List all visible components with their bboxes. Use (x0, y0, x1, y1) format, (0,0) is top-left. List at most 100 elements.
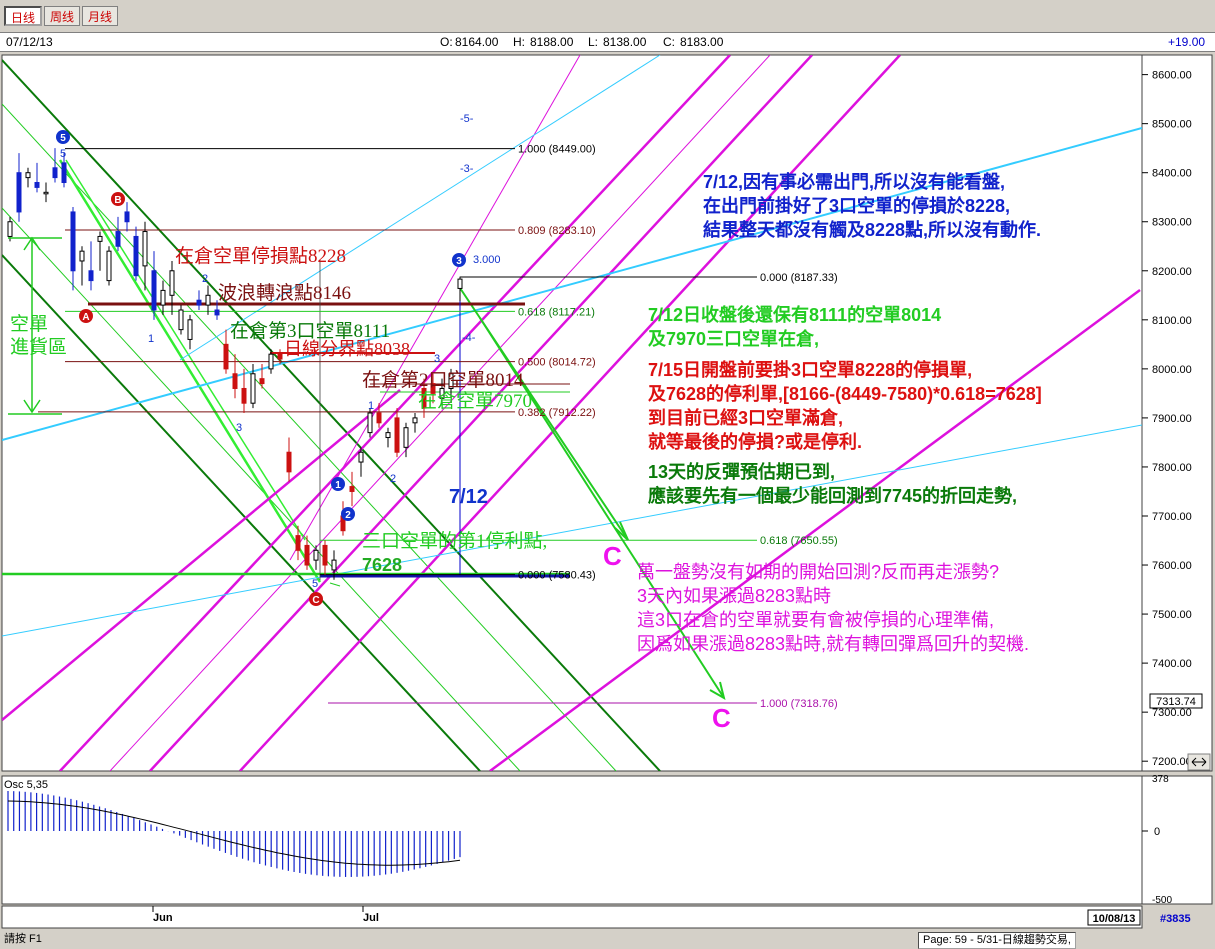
candle-body (43, 191, 49, 195)
candle-body (457, 278, 463, 289)
candle-body (25, 172, 31, 179)
candle-body (61, 162, 67, 184)
candle-body (97, 235, 103, 242)
candle-body (160, 289, 166, 306)
candle-body (394, 417, 400, 453)
zoom-icon[interactable] (1187, 753, 1211, 771)
candle-body (376, 412, 382, 424)
candle-body (322, 544, 328, 566)
candle-body (106, 250, 112, 282)
stop-loss-label: 在倉空單停損點8228 (175, 245, 346, 267)
target-c-2: C (712, 703, 731, 733)
last-price: 7313.74 (1156, 696, 1196, 708)
fib-level-label: 1.000 (8449.00) (518, 144, 596, 156)
status-help: 請按 F1 (4, 933, 42, 945)
open-value: 8164.00 (455, 35, 499, 49)
osc-panel (1, 775, 1143, 905)
y-tick-label: 8000.00 (1152, 364, 1192, 376)
candle-body (178, 309, 184, 331)
y-tick-label: 7800.00 (1152, 462, 1192, 474)
y-tick-label: 7500.00 (1152, 609, 1192, 621)
candle-body (70, 211, 76, 272)
tab-monthly[interactable]: 月线 (82, 6, 118, 26)
note-magenta-line: 這3口在倉的空單就要有會被停損的心理準備, (637, 610, 994, 630)
change-value: +19.00 (1168, 35, 1206, 49)
y-tick-label: 8300.00 (1152, 217, 1192, 229)
fib-level-label: 0.809 (8283.10) (518, 225, 596, 237)
y-tick-label: 8200.00 (1152, 266, 1192, 278)
y-tick-label: 8500.00 (1152, 119, 1192, 131)
close-value: 8183.00 (680, 35, 724, 49)
short-zone-label-2: 進貨區 (10, 336, 67, 358)
wave-3-value: 3.000 (473, 254, 501, 266)
status-bar: 請按 F1 Page: 59 - 5/31-日線趨勢交易, (0, 930, 1215, 949)
candle-body (241, 387, 247, 404)
y-tick-label: 7200.00 (1152, 756, 1192, 768)
osc-label: Osc 5,35 (4, 779, 48, 791)
y-tick-label: 8400.00 (1152, 168, 1192, 180)
candle-body (133, 235, 139, 277)
tab-weekly[interactable]: 周线 (44, 6, 80, 26)
fib-level-label: 0.618 (7650.55) (760, 535, 838, 547)
candle-body (16, 172, 22, 213)
candle-body (268, 353, 274, 370)
wave-4-mid-label: -4- (462, 332, 476, 344)
wave-digit: 3 (434, 353, 440, 365)
quote-date: 07/12/13 (6, 35, 53, 49)
note-magenta-line: 因爲如果漲過8283點時,就有轉回彈爲回升的契機. (637, 634, 1029, 654)
low-value: 8138.00 (603, 35, 647, 49)
candle-body (223, 343, 229, 370)
candle-body (349, 486, 355, 492)
osc-axis-area (1141, 775, 1213, 905)
candle-body (259, 378, 265, 385)
candle-body (385, 432, 391, 439)
note-magenta-line: 萬一盤勢沒有如期的開始回測?反而再走漲勢? (637, 562, 999, 582)
note-blue-line: 在出門前掛好了3口空單的停損於8228, (703, 195, 1010, 216)
osc-tick: 378 (1152, 774, 1169, 785)
wave-digit: 1 (368, 400, 374, 412)
fib-level-label: 0.000 (7580.43) (518, 570, 596, 582)
quote-info-bar: 07/12/13 O: 8164.00 H: 8188.00 L: 8138.0… (0, 32, 1215, 52)
wave-label-5: 5 (60, 148, 66, 160)
candle-body (79, 250, 85, 262)
wave-digit: 2 (202, 273, 208, 285)
wave-marker-c: C (309, 592, 323, 606)
note-green2-line: 13天的反彈預估期已到, (648, 461, 835, 482)
bar-count: #3835 (1160, 913, 1191, 925)
take-profit-value: 7628 (362, 555, 402, 575)
open-label: O: (440, 35, 453, 49)
fib-level-label: 0.618 (8117.21) (518, 306, 595, 318)
note-red-line: 就等最後的停損?或是停利. (648, 431, 862, 452)
daily-boundary-label: 日線分界點8038 (284, 339, 410, 359)
wave-marker-b: B (111, 192, 125, 206)
short-zone-label-1: 空單 (10, 313, 48, 335)
position-2-label: 在倉第2口空單8014 (362, 369, 524, 391)
y-tick-label: 7700.00 (1152, 511, 1192, 523)
candle-body (52, 167, 58, 179)
osc-tick: 0 (1154, 826, 1160, 838)
x-axis-area (1, 905, 1143, 929)
price-chart[interactable]: 8600.00 8500.00 8400.00 8300.00 8200.00 8100.… (0, 52, 1215, 930)
svg-text:1: 1 (335, 480, 341, 491)
wave-digit: 2 (390, 473, 396, 485)
wave-marker-a: A (79, 309, 93, 323)
take-profit-label: 三口空單的第1停利點, (362, 530, 547, 552)
wave-marker-2: 2 (341, 507, 355, 521)
candle-body (7, 221, 13, 237)
candle-body (151, 270, 157, 311)
wave-marker-5: 5 (56, 130, 70, 144)
candle-body (358, 451, 364, 463)
note-red-line: 到目前已經3口空單滿倉, (648, 407, 843, 428)
high-label: H: (513, 35, 525, 49)
status-page: Page: 59 - 5/31-日線趨勢交易, (918, 932, 1076, 949)
tab-daily[interactable]: 日线 (4, 6, 42, 26)
candle-body (232, 373, 238, 389)
candle-body (124, 211, 130, 223)
note-magenta-line: 3天內如果漲過8283點時 (637, 586, 831, 606)
y-tick-label: 8600.00 (1152, 70, 1192, 82)
osc-tick: -500 (1152, 895, 1172, 906)
wave-digit: 5 (312, 578, 318, 590)
wave-digit: 3 (236, 422, 242, 434)
y-tick-label: 7600.00 (1152, 560, 1192, 572)
x-tick-label: Jul (363, 912, 379, 924)
